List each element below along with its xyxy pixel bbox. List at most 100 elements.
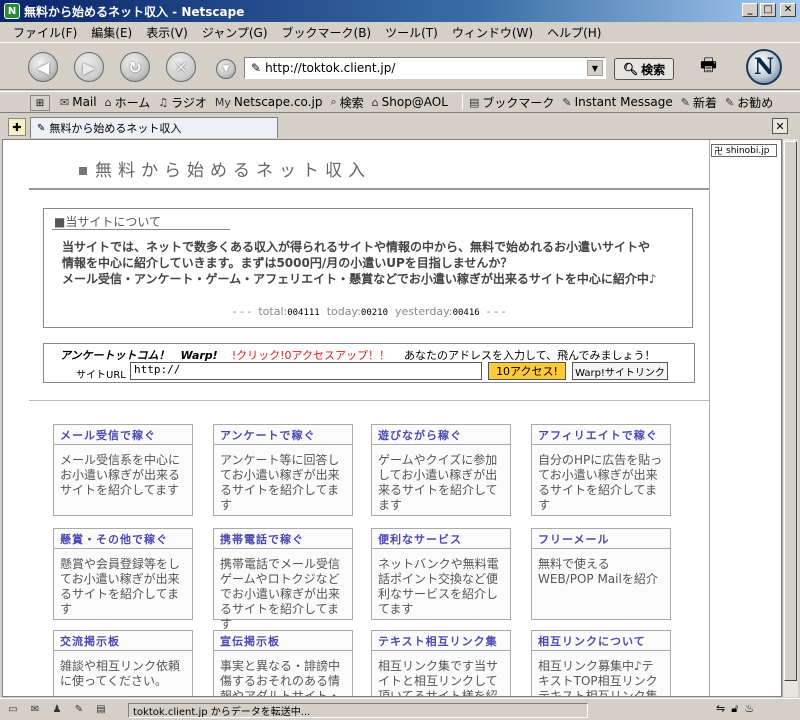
cookie-icon: ♨: [744, 702, 755, 715]
url-text: http://toktok.client.jp/: [265, 61, 396, 75]
stop-icon: ✕: [174, 57, 188, 77]
my-icon: My: [214, 95, 231, 109]
toolbar-item-new[interactable]: ✎ 新着: [681, 94, 717, 111]
category-survey[interactable]: アンケートで稼ぐ アンケート等に回答してお小遣い稼ぎが出来るサイトを紹介してます: [213, 424, 353, 516]
warp-logo[interactable]: アンケートットコム！ Warp!: [60, 347, 218, 363]
menu-window[interactable]: ウィンドウ(W): [445, 24, 540, 41]
im-icon: ✎: [562, 95, 572, 109]
personal-toolbar: ⊞ ✉ Mail ⌂ ホーム ♫ ラジオ My Netscape.co.jp ⌕ 検索 ⌂…: [0, 91, 800, 113]
shinobi-badge[interactable]: 卍 shinobi.jp: [711, 144, 777, 157]
toolbar-item-mail[interactable]: ✉ Mail: [60, 95, 97, 109]
toolbar-item-netscape[interactable]: My Netscape.co.jp: [215, 95, 323, 109]
category-title[interactable]: 交流掲示板: [54, 631, 192, 651]
category-about-links[interactable]: 相互リンクについて 相互リンク募集中♪テキストTOP相互リンクテキスト相互リンク…: [531, 630, 671, 697]
category-title[interactable]: 相互リンクについて: [532, 631, 670, 651]
menu-file[interactable]: ファイル(F): [6, 24, 84, 41]
counter-yesterday: 00416: [452, 308, 480, 318]
search-button[interactable]: 🔍︎ 検索: [614, 58, 674, 80]
category-freemail[interactable]: フリーメール 無料で使えるWEB/POP Mailを紹介: [531, 528, 671, 620]
address-book-icon[interactable]: ▤: [92, 703, 110, 717]
forward-button[interactable]: ▶: [74, 52, 104, 82]
minimize-button[interactable]: _: [742, 3, 758, 17]
toolbar-item-shop[interactable]: ⌂ Shop@AOL: [372, 95, 448, 109]
im-icon[interactable]: ♟: [48, 703, 66, 717]
toolbar-item-bookmarks[interactable]: ▤ ブックマーク: [469, 94, 554, 111]
back-button[interactable]: ◀: [28, 52, 58, 82]
warp-site-link-button[interactable]: Warp!サイトリンク: [572, 362, 668, 380]
close-tab-button[interactable]: ✕: [772, 118, 788, 134]
navigator-icon[interactable]: ▭: [4, 703, 22, 717]
composer-icon[interactable]: ✎: [70, 703, 88, 717]
site-url-input[interactable]: http://: [130, 362, 482, 380]
content-viewport: 無料から始めるネット収入 ■当サイトについて 当サイトでは、ネットで数多くある収…: [2, 139, 782, 697]
category-title[interactable]: 宣伝掲示板: [214, 631, 352, 651]
counter-total: 004111: [287, 308, 320, 318]
category-desc: アンケート等に回答してお小遣い稼ぎが出来るサイトを紹介してます: [220, 453, 340, 512]
print-icon[interactable]: 🖶: [700, 53, 726, 77]
category-affiliate[interactable]: アフィリエイトで稼ぐ 自分のHPに広告を貼ってお小遣い稼ぎが出来るサイトを紹介し…: [531, 424, 671, 516]
category-prize[interactable]: 懸賞・その他で稼ぐ 懸賞や会員登録等をしてお小遣い稼ぎが出来るサイトを紹介してま…: [53, 528, 193, 620]
url-dropdown-button[interactable]: ▼: [587, 60, 603, 76]
security-lock-icon: 🔓︎: [731, 702, 739, 715]
toolbar-item-recommend[interactable]: ✎ お勧め: [725, 94, 773, 111]
menu-go[interactable]: ジャンプ(G): [195, 24, 275, 41]
category-title[interactable]: アフィリエイトで稼ぐ: [532, 425, 670, 445]
toolbar-item-search[interactable]: ⌕ 検索: [330, 94, 363, 111]
menu-tools[interactable]: ツール(T): [378, 24, 445, 41]
category-mobile[interactable]: 携帯電話で稼ぐ 携帯電話でメール受信ゲームやロトクジなどでお小遣い稼ぎが出来るサ…: [213, 528, 353, 631]
category-desc: 携帯電話でメール受信ゲームやロトクジなどでお小遣い稼ぎが出来るサイトを紹介してま…: [220, 557, 341, 631]
category-title[interactable]: テキスト相互リンク集: [372, 631, 510, 651]
menu-help[interactable]: ヘルプ(H): [540, 24, 608, 41]
new-tab-icon[interactable]: ✚: [8, 118, 26, 136]
url-bar[interactable]: ✎ http://toktok.client.jp/ ▼: [244, 57, 606, 79]
toolbar-item-radio[interactable]: ♫ ラジオ: [158, 94, 207, 111]
sidebar-toggle-icon[interactable]: ⊞: [30, 95, 50, 111]
access-submit-button[interactable]: 10アクセス!: [488, 362, 566, 380]
close-window-button[interactable]: ✕: [780, 3, 796, 17]
category-ad-board[interactable]: 宣伝掲示板 事実と異なる・誹謗中傷するおそれのある情報やアダルトサイト・宗教関係: [213, 630, 353, 696]
history-dropdown-button[interactable]: ▼: [216, 59, 236, 79]
toolbar-item-home[interactable]: ⌂ ホーム: [105, 94, 151, 111]
online-status-icon: ⇋: [716, 702, 726, 715]
section-divider: [29, 400, 709, 401]
about-site-box: ■当サイトについて 当サイトでは、ネットで数多くある収入が得られるサイトや情報の…: [43, 208, 693, 328]
category-mail[interactable]: メール受信で稼ぐ メール受信系を中心にお小遣い稼ぎが出来るサイトを紹介してます: [53, 424, 193, 516]
reload-button[interactable]: ↻: [120, 52, 150, 82]
page-right-divider: [709, 140, 710, 696]
maximize-button[interactable]: □: [760, 3, 776, 17]
category-board[interactable]: 交流掲示板 雑談や相互リンク依頼に使ってください。: [53, 630, 193, 696]
page-title: 無料から始めるネット収入: [79, 156, 371, 181]
stop-button[interactable]: ✕: [166, 52, 196, 82]
category-desc: メール受信系を中心にお小遣い稼ぎが出来るサイトを紹介してます: [60, 453, 181, 497]
category-title[interactable]: 遊びながら稼ぐ: [372, 425, 510, 445]
category-games[interactable]: 遊びながら稼ぐ ゲームやクイズに参加してお小遣い稼ぎが出来るサイトを紹介してます: [371, 424, 511, 516]
status-text: toktok.client.jp からデータを転送中...: [128, 703, 588, 718]
category-desc: 懸賞や会員登録等をしてお小遣い稼ぎが出来るサイトを紹介してます: [60, 557, 181, 616]
forward-arrow-icon: ▶: [82, 57, 96, 77]
mail-icon[interactable]: ✉: [26, 703, 44, 717]
menu-bookmarks[interactable]: ブックマーク(B): [275, 24, 379, 41]
category-title[interactable]: フリーメール: [532, 529, 670, 549]
category-title[interactable]: 携帯電話で稼ぐ: [214, 529, 352, 549]
shinobi-logo-icon: 卍: [714, 147, 724, 157]
category-services[interactable]: 便利なサービス ネットバンクや無料電話ポイント交換など便利なサービスを紹介してま…: [371, 528, 511, 620]
category-title[interactable]: 便利なサービス: [372, 529, 510, 549]
about-heading-underline: [52, 229, 230, 230]
netscape-app-icon: N: [4, 3, 20, 19]
category-title[interactable]: アンケートで稼ぐ: [214, 425, 352, 445]
category-title[interactable]: メール受信で稼ぐ: [54, 425, 192, 445]
scrollbar-thumb[interactable]: [784, 141, 797, 681]
category-desc: 相互リンク募集中♪テキストTOP相互リンクテキスト相互リンク集: [538, 659, 658, 697]
category-title[interactable]: 懸賞・その他で稼ぐ: [54, 529, 192, 549]
category-desc: 無料で使えるWEB/POP Mailを紹介: [538, 557, 658, 586]
access-counter: - - - total:004111 today:00210 yesterday…: [232, 305, 506, 318]
netscape-logo[interactable]: N: [746, 49, 782, 85]
shop-icon: ⌂: [371, 95, 379, 109]
menu-view[interactable]: 表示(V): [139, 24, 195, 41]
vertical-scrollbar[interactable]: [782, 139, 798, 697]
category-text-links[interactable]: テキスト相互リンク集 相互リンク集です当サイトと相互リンクして頂いてるサイト様を…: [371, 630, 511, 696]
toolbar-item-im[interactable]: ✎ Instant Message: [562, 95, 672, 109]
reload-icon: ↻: [128, 57, 142, 77]
menu-edit[interactable]: 編集(E): [84, 24, 139, 41]
tab-current-page[interactable]: ✎ 無料から始めるネット収入: [30, 117, 278, 138]
